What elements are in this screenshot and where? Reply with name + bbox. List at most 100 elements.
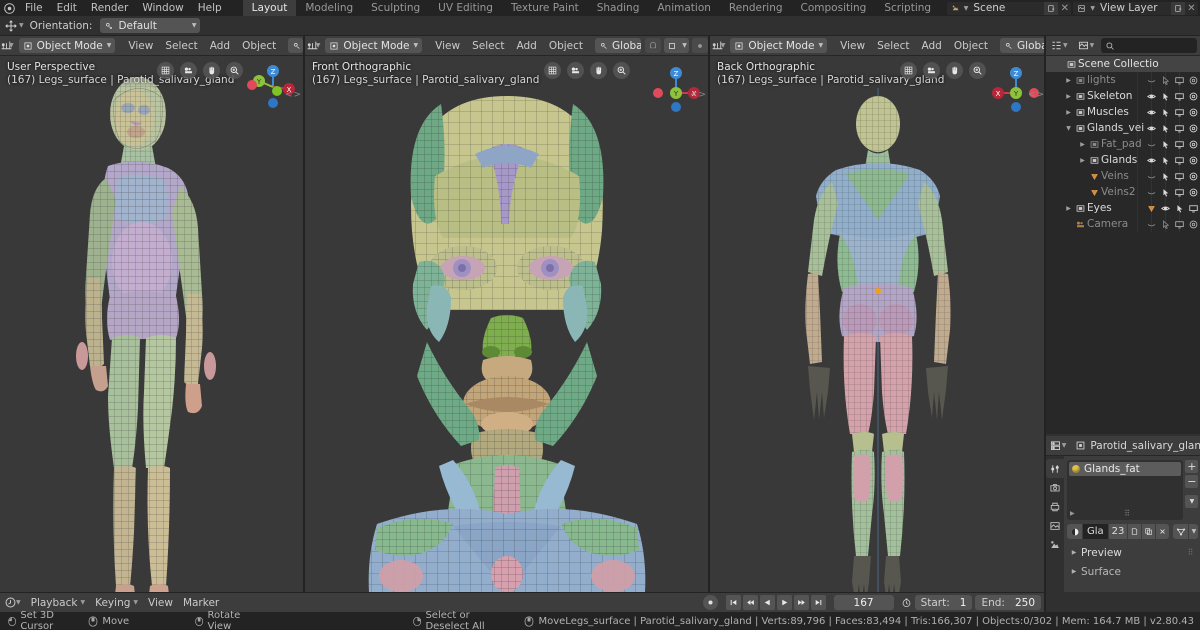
selectable-toggle-icon[interactable] (1158, 88, 1172, 104)
viewport-toggle-icon[interactable] (1186, 200, 1200, 216)
viewport-front-orthographic[interactable]: ▼ Object Mode ▼ View Select Add Object G… (305, 36, 708, 592)
viewport-canvas[interactable]: User Perspective (167) Legs_surface | Pa… (0, 56, 303, 592)
menu-object[interactable]: Object (543, 40, 589, 52)
hand-icon[interactable] (203, 62, 220, 79)
tab-sculpting[interactable]: Sculpting (362, 0, 430, 16)
viewport-user-perspective[interactable]: ▼ Object Mode ▼ View Select Add Object G… (0, 36, 303, 592)
menu-playback[interactable]: Playback ▼ (26, 597, 90, 609)
camera-icon[interactable] (180, 62, 197, 79)
copy-material-icon[interactable] (1142, 524, 1156, 539)
pivot-point-icon[interactable] (664, 38, 680, 53)
disclosure-icon[interactable]: ▶ (1064, 205, 1073, 212)
disclosure-icon[interactable]: ▶ (1067, 549, 1081, 556)
viewport-toggle-icon[interactable] (1172, 184, 1186, 200)
selectable-toggle-icon[interactable] (1158, 168, 1172, 184)
material-browse-icon[interactable] (1067, 524, 1082, 539)
tab-tool[interactable] (1046, 459, 1064, 478)
panel-drag-handle[interactable]: ⠿ (1188, 548, 1199, 557)
view-layer-selector[interactable]: ▼ View Layer ✕ (1073, 1, 1198, 15)
prev-keyframe-icon[interactable] (742, 595, 758, 610)
viewport-toggle-icon[interactable] (1172, 216, 1186, 232)
hide-toggle-icon[interactable] (1144, 136, 1158, 152)
tab-uv-editing[interactable]: UV Editing (429, 0, 502, 16)
hide-toggle-icon[interactable] (1144, 104, 1158, 120)
render-toggle-icon[interactable] (1186, 136, 1200, 152)
disclosure-icon[interactable]: ▼ (1064, 125, 1073, 132)
outliner-row-eyes[interactable]: ▶ Eyes (1046, 200, 1200, 216)
properties-editor[interactable]: ▼ Parotid_salivary_gland Glands_fat ▶ ⠿ … (1046, 436, 1200, 612)
viewport-toggle-icon[interactable] (1172, 120, 1186, 136)
proportional-edit-icon[interactable] (692, 38, 708, 53)
tab-texture-paint[interactable]: Texture Paint (501, 0, 588, 16)
object-mode-dropdown[interactable]: Object Mode ▼ (730, 38, 828, 53)
outliner-row-camera[interactable]: Camera (1046, 216, 1200, 232)
timeline-editor[interactable]: ▼ Playback ▼ Keying ▼ View Marker 167 Star… (0, 592, 1046, 612)
new-material-icon[interactable] (1128, 524, 1142, 539)
hide-toggle-icon[interactable] (1144, 72, 1158, 88)
grid-icon[interactable] (157, 62, 174, 79)
selectable-toggle-icon[interactable] (1158, 120, 1172, 136)
tab-output[interactable] (1046, 497, 1064, 516)
hide-toggle-icon[interactable] (1144, 88, 1158, 104)
mesh-data-icon[interactable] (1173, 524, 1189, 539)
frame-range-start-field[interactable]: Start: 1 (914, 595, 973, 610)
camera-icon[interactable] (567, 62, 584, 79)
frame-range-end-field[interactable]: End: 250 (975, 595, 1041, 610)
menu-select[interactable]: Select (159, 40, 203, 52)
sidebar-toggle-icon[interactable]: < > (285, 90, 301, 100)
search-input[interactable] (1101, 38, 1197, 53)
tab-view-layer[interactable] (1046, 516, 1064, 535)
tab-shading[interactable]: Shading (587, 0, 649, 16)
render-toggle-icon[interactable] (1186, 184, 1200, 200)
selectable-toggle-icon[interactable] (1158, 184, 1172, 200)
hide-toggle-icon[interactable] (1144, 168, 1158, 184)
tab-modeling[interactable]: Modeling (296, 0, 363, 16)
menu-view[interactable]: View (429, 40, 466, 52)
disclosure-icon[interactable]: ▶ (1064, 77, 1073, 84)
selectable-toggle-icon[interactable] (1158, 152, 1172, 168)
navigation-gizmo[interactable]: Z Y X (245, 59, 301, 115)
tab-scripting[interactable]: Scripting (875, 0, 941, 16)
zoom-icon[interactable] (226, 62, 243, 79)
menu-file[interactable]: File (18, 0, 50, 16)
unlink-icon[interactable] (1156, 524, 1170, 539)
outliner-row-veins2[interactable]: Veins2 (1046, 184, 1200, 200)
scene-selector[interactable]: ▼ Scene ✕ (946, 1, 1072, 15)
tab-rendering[interactable]: Rendering (719, 0, 792, 16)
menu-view[interactable]: View (122, 40, 159, 52)
transform-orientation-dropdown[interactable]: Global ▼ (1000, 38, 1046, 53)
close-icon[interactable]: ✕ (1058, 2, 1071, 15)
outliner-row-glands-veins[interactable]: ▼ Glands_vei (1046, 120, 1200, 136)
object-mode-dropdown[interactable]: Object Mode ▼ (325, 38, 423, 53)
outliner-row-lights[interactable]: ▶ lights (1046, 72, 1200, 88)
menu-object[interactable]: Object (236, 40, 282, 52)
sync-icon[interactable] (898, 595, 915, 610)
selectable-toggle-icon[interactable] (1172, 200, 1186, 216)
menu-add[interactable]: Add (915, 40, 947, 52)
viewport-toggle-icon[interactable] (1172, 88, 1186, 104)
snap-magnet-icon[interactable] (645, 38, 661, 53)
chevron-down-icon[interactable]: ▼ (1189, 524, 1199, 539)
transform-orientation-dropdown[interactable]: Glo (288, 38, 303, 53)
tab-compositing[interactable]: Compositing (791, 0, 876, 16)
menu-select[interactable]: Select (871, 40, 915, 52)
navigation-gizmo[interactable]: Z Y X (988, 59, 1044, 115)
render-toggle-icon[interactable] (1186, 120, 1200, 136)
hand-icon[interactable] (946, 62, 963, 79)
add-icon[interactable]: + (1185, 460, 1199, 473)
viewport-back-orthographic[interactable]: ▼ Object Mode ▼ View Select Add Object G… (710, 36, 1046, 592)
panel-preview[interactable]: ▶ Preview ⠿ (1067, 544, 1199, 561)
play-reverse-icon[interactable] (759, 595, 775, 610)
viewport-toggle-icon[interactable] (1172, 72, 1186, 88)
menu-edit[interactable]: Edit (50, 0, 84, 16)
selectable-toggle-icon[interactable] (1158, 72, 1172, 88)
disclosure-icon[interactable]: ▶ (1078, 157, 1087, 164)
viewport-canvas[interactable]: Back Orthographic (167) Legs_surface | P… (710, 56, 1046, 592)
menu-render[interactable]: Render (84, 0, 135, 16)
jump-end-icon[interactable] (810, 595, 826, 610)
transform-orientation-dropdown[interactable]: Global ▼ (595, 38, 641, 53)
dropdown-icon[interactable]: ▼ (1185, 495, 1199, 508)
current-frame-field[interactable]: 167 (833, 595, 894, 610)
menu-marker[interactable]: Marker (178, 597, 224, 609)
chevron-down-icon[interactable]: ▼ (680, 38, 689, 53)
